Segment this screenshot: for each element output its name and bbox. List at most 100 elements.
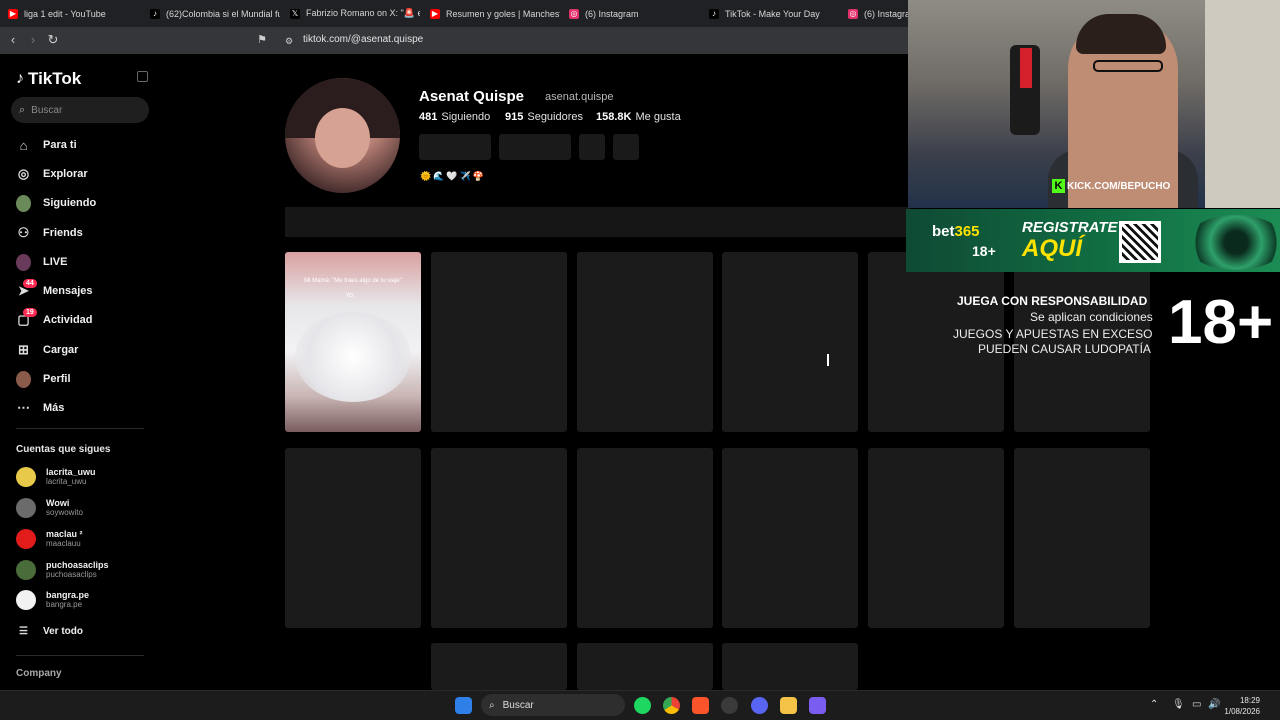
spotify-icon[interactable]: [634, 697, 651, 714]
video-card[interactable]: Mi Mamá: "Me traes algo de tu viaje" Yo:: [285, 252, 421, 432]
collapse-sidebar-icon[interactable]: [137, 71, 148, 82]
video-card-placeholder[interactable]: [1014, 448, 1150, 628]
nav-label: Siguiendo: [43, 197, 97, 209]
tray-chevron-icon[interactable]: ⌃: [1150, 699, 1158, 710]
video-card-placeholder[interactable]: [868, 448, 1004, 628]
account-name: lacrita_uwu: [46, 467, 96, 477]
video-card-placeholder[interactable]: [577, 643, 713, 690]
browser-tab[interactable]: ◎ (6) Instagram: [569, 0, 699, 27]
webcam-hair: [1076, 14, 1166, 54]
nav-mas[interactable]: ⋯ Más: [16, 397, 64, 419]
browser-tab[interactable]: 𝕏 Fabrizio Romano on X: "🚨 es l: [290, 0, 420, 27]
video-card-placeholder[interactable]: [285, 448, 421, 628]
tiktok-logo[interactable]: ♪ TikTok: [16, 69, 81, 89]
taskbar-search[interactable]: ⌕ Buscar: [481, 694, 625, 716]
tab-title: (6) Instagram: [585, 8, 639, 19]
video-card-placeholder[interactable]: [722, 252, 858, 432]
nav-mensajes[interactable]: ➤ 44 Mensajes: [16, 278, 93, 302]
followed-account[interactable]: bangra.pe bangra.pe: [16, 588, 89, 612]
reload-button[interactable]: ↻: [45, 32, 61, 48]
app-grid-icon[interactable]: [809, 697, 826, 714]
webcam-mic-light: [1020, 48, 1032, 88]
nav-cargar[interactable]: ⊞ Cargar: [16, 339, 78, 361]
nav-actividad[interactable]: ▢ 19 Actividad: [16, 307, 93, 331]
sidebar-divider: [16, 655, 144, 656]
network-icon[interactable]: ▭: [1192, 699, 1201, 710]
roulette-wheel-image: [1186, 215, 1280, 270]
video-card-placeholder[interactable]: [431, 643, 567, 690]
gambling-warning-title: JUEGA CON RESPONSABILIDAD: [957, 294, 1148, 308]
video-card-placeholder[interactable]: [722, 643, 858, 690]
browser-tab[interactable]: ◎ (6) Instagram: [848, 0, 908, 27]
settings-gear-icon[interactable]: [721, 697, 738, 714]
browser-tab[interactable]: ▶ liga 1 edit - YouTube: [8, 0, 143, 27]
tab-title: liga 1 edit - YouTube: [24, 8, 106, 19]
followers-stat[interactable]: 915 Seguidores: [505, 111, 583, 123]
company-link[interactable]: Company: [16, 668, 62, 679]
ad-age-label: 18+: [972, 243, 996, 259]
chrome-icon[interactable]: [663, 697, 680, 714]
file-explorer-icon[interactable]: [780, 697, 797, 714]
video-card-placeholder[interactable]: [577, 448, 713, 628]
nav-para-ti[interactable]: ⌂ Para ti: [16, 134, 77, 156]
taskbar-clock[interactable]: 18:29 1/08/2026: [1224, 695, 1260, 717]
forward-button[interactable]: ›: [25, 32, 41, 48]
video-card-placeholder[interactable]: [431, 252, 567, 432]
account-handle: maaclauu: [46, 539, 81, 548]
tab-title: Resumen y goles | Mancheste: [446, 8, 560, 19]
browser-tab[interactable]: ♪ TikTok - Make Your Day: [709, 0, 839, 27]
nav-live[interactable]: LIVE: [16, 251, 67, 273]
profile-bio: 🌞🌊🤍✈️🍄: [420, 171, 487, 181]
nav-label: LIVE: [43, 256, 68, 268]
volume-icon[interactable]: 🔊: [1208, 699, 1220, 710]
account-name: Wowi: [46, 498, 70, 508]
follow-button-placeholder[interactable]: [419, 134, 491, 160]
upload-icon: ⊞: [18, 342, 29, 357]
windows-start-icon[interactable]: [455, 697, 472, 714]
nav-explorar[interactable]: ◎ Explorar: [16, 163, 88, 185]
video-card-placeholder[interactable]: [577, 252, 713, 432]
video-card-placeholder[interactable]: [431, 448, 567, 628]
sidebar-search[interactable]: ⌕: [11, 97, 149, 123]
tab-title: TikTok - Make Your Day: [725, 8, 820, 19]
nav-label: Explorar: [43, 168, 88, 180]
search-input[interactable]: [31, 104, 132, 116]
back-button[interactable]: ‹: [5, 32, 21, 48]
video-card-placeholder[interactable]: [722, 448, 858, 628]
youtube-icon: ▶: [8, 8, 18, 19]
nav-siguiendo[interactable]: Siguiendo: [16, 192, 96, 214]
discord-icon[interactable]: [751, 697, 768, 714]
microphone-icon[interactable]: 🎙: [1172, 699, 1185, 710]
likes-count: 158.8K: [596, 111, 632, 123]
nav-perfil[interactable]: Perfil: [16, 368, 71, 390]
browser-tab[interactable]: ♪ (62)Colombia si el Mundial fu: [150, 0, 280, 27]
followed-account[interactable]: Wowi soywowito: [16, 496, 83, 520]
address-bar[interactable]: tiktok.com/@asenat.quispe: [303, 34, 423, 45]
tiktok-sidebar: ♪ TikTok ⌕ ⌂ Para ti ◎ Explorar Siguiend…: [0, 54, 160, 690]
profile-avatar: [285, 78, 400, 193]
more-options-placeholder[interactable]: [613, 134, 639, 160]
ad-aqui-text: AQUÍ: [1022, 235, 1082, 262]
age-restriction-badge: 18+: [1168, 288, 1274, 357]
site-info-icon[interactable]: ⚙: [281, 33, 297, 49]
message-badge: 44: [23, 278, 37, 288]
mouse-cursor: [827, 354, 835, 366]
message-button-placeholder[interactable]: [499, 134, 571, 160]
followers-count: 915: [505, 111, 524, 123]
taskbar-search-label: Buscar: [502, 699, 534, 711]
account-handle: lacrita_uwu: [46, 477, 87, 486]
add-friend-button-placeholder[interactable]: [579, 134, 605, 160]
followed-account[interactable]: lacrita_uwu lacrita_uwu: [16, 465, 96, 489]
browser-tab[interactable]: ▶ Resumen y goles | Mancheste: [430, 0, 560, 27]
list-icon: ☰: [19, 625, 28, 637]
bookmark-icon[interactable]: ⚑: [254, 32, 270, 48]
brave-icon[interactable]: [692, 697, 709, 714]
nav-friends[interactable]: ⚇ Friends: [16, 222, 83, 244]
activity-badge: 19: [23, 307, 37, 317]
friends-icon: ⚇: [17, 225, 30, 240]
followed-account[interactable]: maclau ² maaclauu: [16, 527, 83, 551]
following-stat[interactable]: 481 Siguiendo: [419, 111, 490, 123]
tiktok-icon: ♪: [709, 8, 719, 19]
see-all-link[interactable]: ☰ Ver todo: [16, 620, 83, 642]
followed-account[interactable]: puchoasaclips puchoasaclips: [16, 558, 109, 582]
